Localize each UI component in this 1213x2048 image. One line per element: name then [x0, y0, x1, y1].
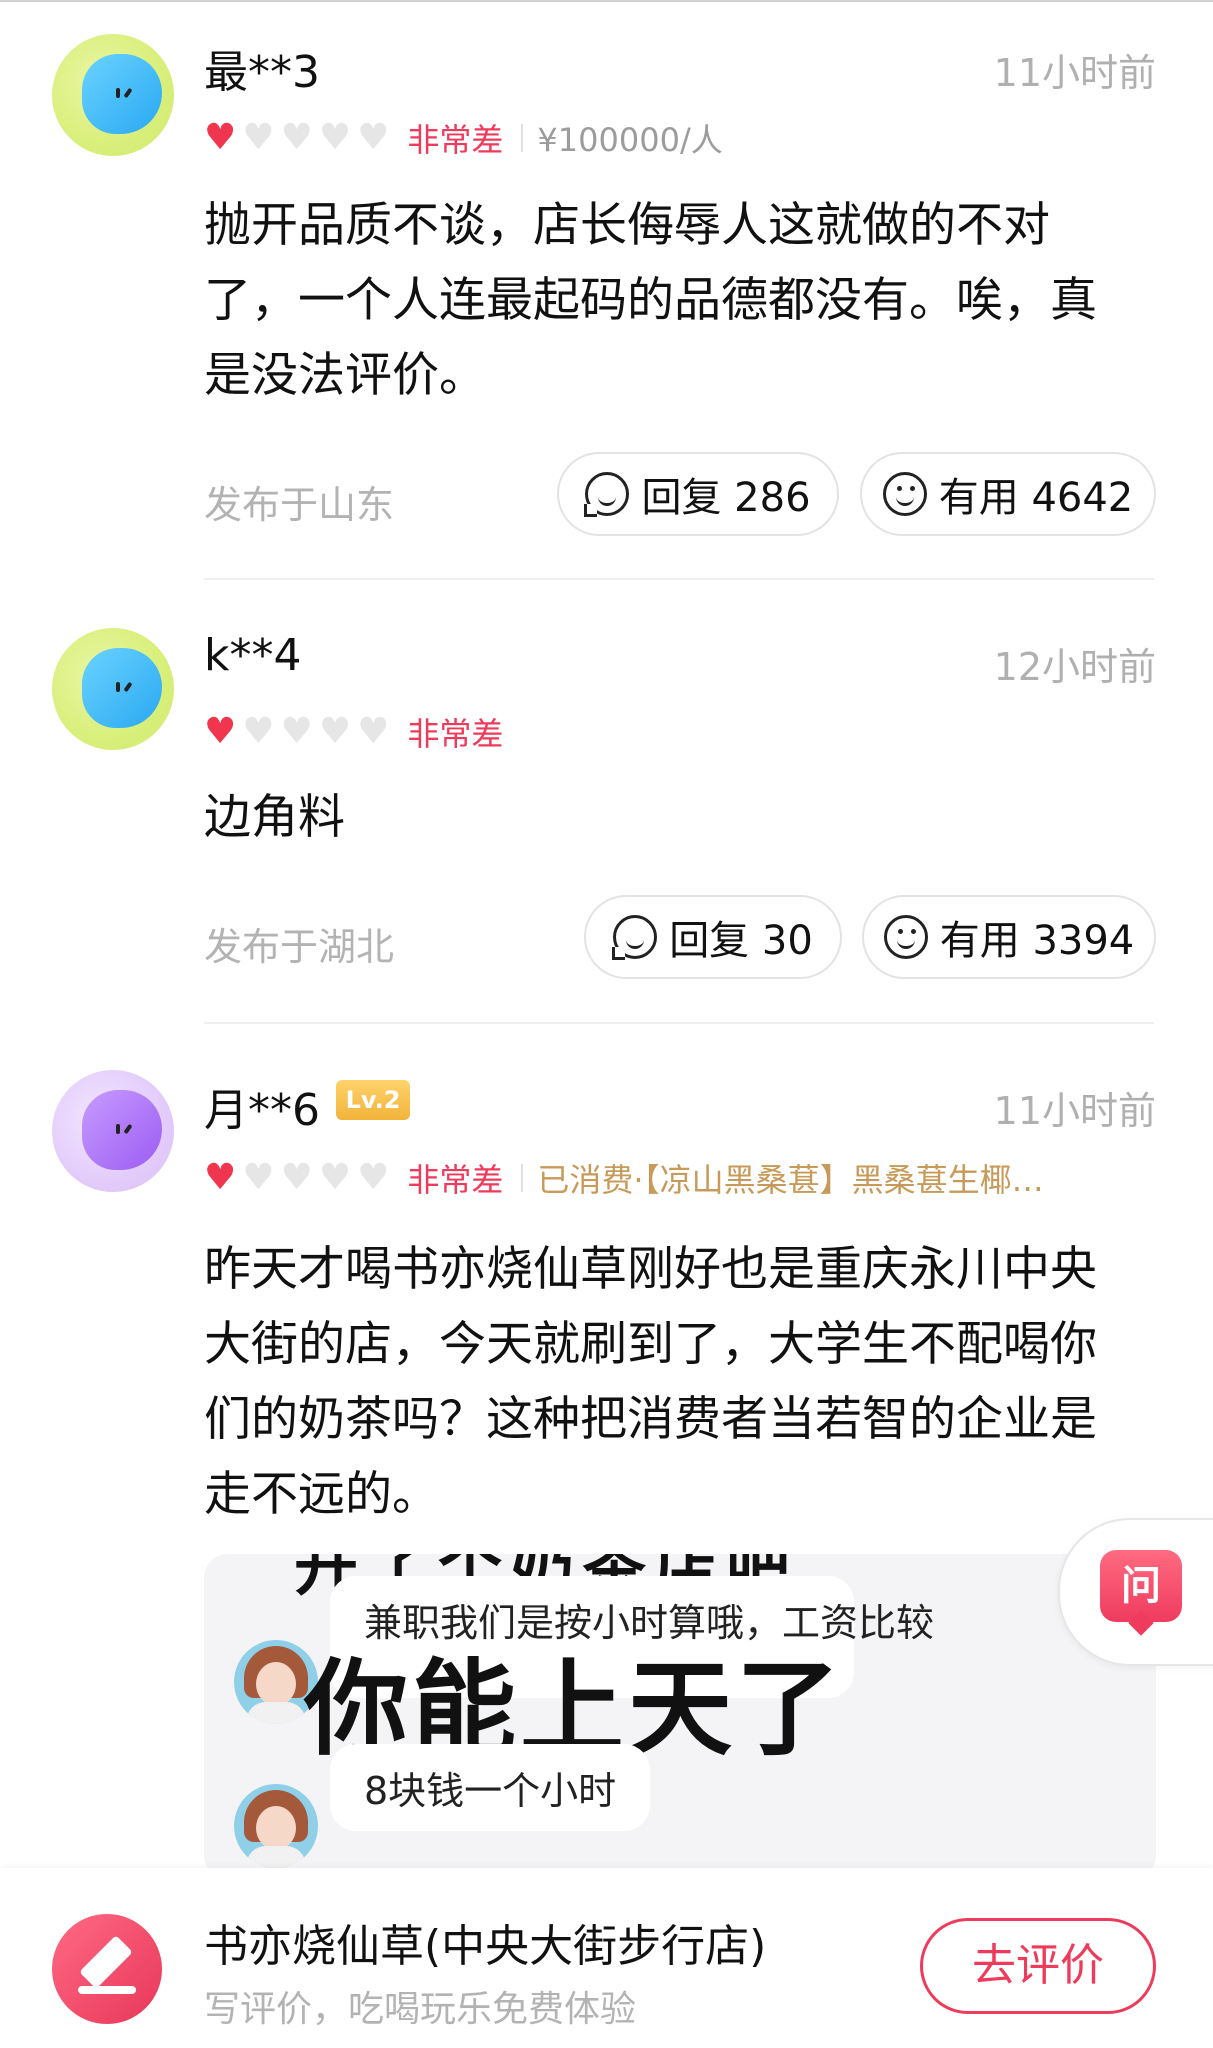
review-text: 抛开品质不谈，店长侮辱人这就做的不对了，一个人连最起码的品德都没有。唉，真是没法…: [204, 198, 1097, 403]
rating-label: 非常差: [407, 715, 504, 753]
heart-empty-icon: ♥: [280, 711, 313, 752]
smiley-icon: [882, 472, 927, 516]
heart-empty-icon: ♥: [242, 117, 275, 158]
useful-label: 有用 4642: [938, 475, 1134, 521]
write-review-button[interactable]: 去评价: [920, 1918, 1156, 2014]
username[interactable]: 最**3: [204, 36, 320, 100]
heart-empty-icon: ♥: [357, 117, 390, 158]
rating-row: ♥ ♥ ♥ ♥ ♥ 非常差 ¥100000/人: [204, 117, 723, 160]
divider: [521, 124, 524, 152]
username[interactable]: k**4: [204, 630, 301, 681]
consumed-item-link[interactable]: 已消费·【凉山黑桑葚】黑桑葚生椰…: [537, 1155, 1043, 1201]
rating-row: ♥ ♥ ♥ ♥ ♥ 非常差: [204, 711, 504, 754]
rating-label: 非常差: [407, 121, 504, 159]
ask-button[interactable]: 问: [1058, 1518, 1213, 1666]
heart-filled-icon: ♥: [204, 711, 237, 752]
useful-button[interactable]: 有用 3394: [862, 895, 1156, 979]
person-avatar-icon: [234, 1784, 318, 1868]
avatar-blob-icon: [82, 648, 162, 728]
heart-empty-icon: ♥: [357, 711, 390, 752]
review-divider: [204, 1022, 1154, 1024]
useful-button[interactable]: 有用 4642: [860, 452, 1156, 536]
level-badge: Lv.2: [336, 1080, 410, 1120]
divider: [521, 1164, 524, 1192]
rating-label: 非常差: [407, 1161, 504, 1199]
reply-button[interactable]: 回复 286: [557, 452, 839, 536]
chat-bubble-icon: [612, 915, 658, 960]
video-thumbnail[interactable]: 开了个奶茶店吧 兼职我们是按小时算哦，工资比较 你能上天了 8块钱一个小时: [204, 1554, 1156, 1879]
heart-empty-icon: ♥: [318, 1157, 352, 1198]
write-review-icon[interactable]: [52, 1914, 162, 2024]
review-text: 边角料: [204, 790, 345, 845]
heart-empty-icon: ♥: [318, 711, 352, 752]
smiley-icon: [883, 915, 928, 959]
price-per-person: ¥100000/人: [537, 121, 723, 159]
bottom-bar: 书亦烧仙草(中央大街步行店) 写评价，吃喝玩乐免费体验 去评价: [0, 1868, 1213, 2048]
avatar[interactable]: [52, 34, 174, 156]
chat-bubble: 8块钱一个小时: [330, 1744, 651, 1831]
store-subtitle: 写评价，吃喝玩乐免费体验: [204, 1989, 637, 2030]
review-divider: [204, 578, 1154, 580]
post-location: 发布于山东: [204, 483, 395, 527]
rating-row: ♥ ♥ ♥ ♥ ♥ 非常差 已消费·【凉山黑桑葚】黑桑葚生椰…: [204, 1155, 1044, 1201]
timestamp: 12小时前: [993, 645, 1156, 689]
reply-label: 回复 30: [669, 918, 813, 964]
useful-label: 有用 3394: [939, 918, 1135, 964]
avatar-blob-icon: [82, 1090, 162, 1170]
chat-bubble-icon: [584, 472, 630, 517]
review-text: 昨天才喝书亦烧仙草刚好也是重庆永川中央大街的店，今天就刷到了，大学生不配喝你们的…: [204, 1242, 1097, 1522]
avatar[interactable]: [52, 628, 174, 750]
heart-empty-icon: ♥: [318, 117, 352, 158]
heart-empty-icon: ♥: [242, 711, 275, 752]
store-name: 书亦烧仙草(中央大街步行店): [204, 1921, 767, 1972]
reply-label: 回复 286: [641, 475, 811, 521]
heart-filled-icon: ♥: [204, 117, 237, 158]
heart-empty-icon: ♥: [242, 1157, 275, 1198]
heart-empty-icon: ♥: [280, 117, 313, 158]
top-divider: [0, 0, 1213, 2]
heart-empty-icon: ♥: [357, 1157, 390, 1198]
reply-button[interactable]: 回复 30: [584, 895, 842, 979]
post-location: 发布于湖北: [204, 925, 395, 969]
timestamp: 11小时前: [993, 51, 1156, 95]
timestamp: 11小时前: [993, 1089, 1156, 1133]
username[interactable]: 月**6: [204, 1074, 320, 1138]
avatar[interactable]: [52, 1070, 174, 1192]
avatar-blob-icon: [82, 54, 162, 134]
ask-icon: 问: [1100, 1550, 1182, 1622]
heart-empty-icon: ♥: [280, 1157, 313, 1198]
heart-filled-icon: ♥: [204, 1157, 237, 1198]
